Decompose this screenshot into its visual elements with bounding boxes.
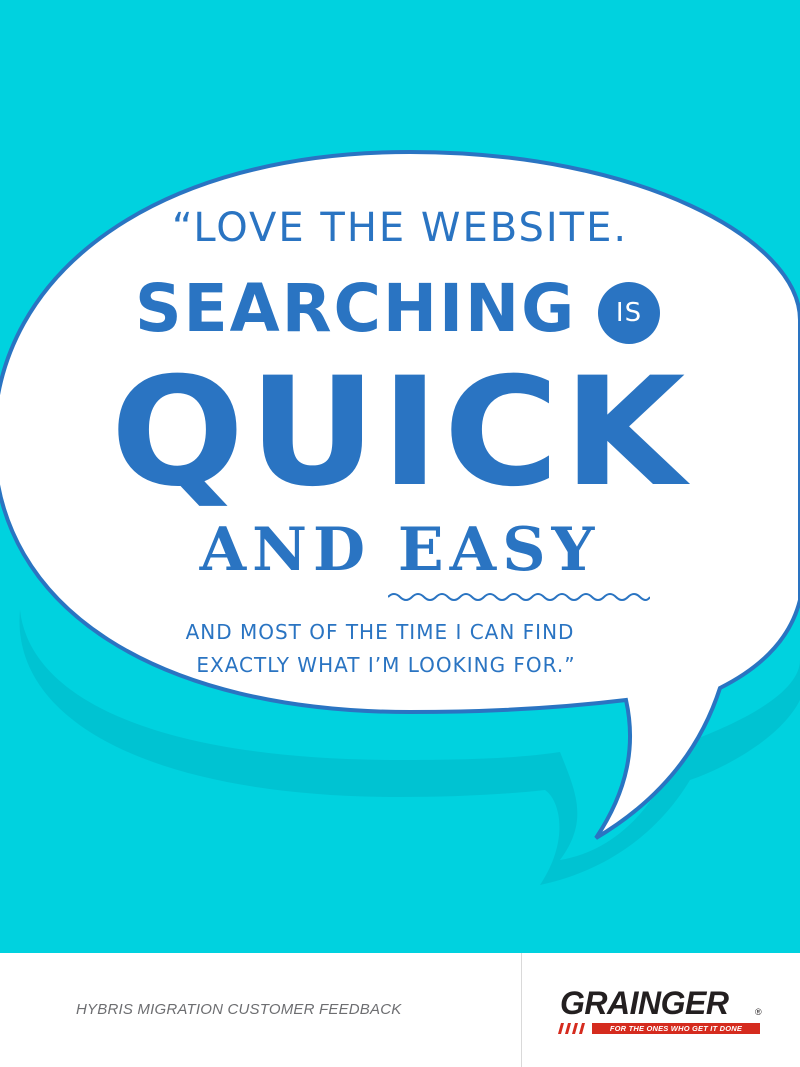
grainger-logo: GRAINGER ® FOR THE ONES WHO GET IT DONE (558, 987, 768, 1037)
quote-line-searching: SEARCHING (135, 270, 577, 347)
quote-line-and-easy: AND EASY (199, 515, 601, 585)
quote-line-quick: QUICK (110, 346, 690, 520)
wavy-underline (388, 593, 650, 601)
is-badge: IS (598, 282, 660, 344)
logo-stripes-icon (558, 1023, 585, 1034)
logo-tagline: FOR THE ONES WHO GET IT DONE (592, 1023, 760, 1034)
logo-wordmark: GRAINGER (560, 985, 729, 1021)
quote-line-love: “LOVE THE WEBSITE. (171, 205, 629, 251)
footer: HYBRIS MIGRATION CUSTOMER FEEDBACK GRAIN… (0, 953, 800, 1067)
footer-divider (521, 953, 522, 1067)
quote-line-sub-1: AND MOST OF THE TIME I CAN FIND (185, 620, 575, 644)
footer-caption: HYBRIS MIGRATION CUSTOMER FEEDBACK (76, 1001, 402, 1018)
logo-registered-mark: ® (755, 1007, 762, 1017)
quote-poster: “LOVE THE WEBSITE. SEARCHING IS QUICK AN… (0, 0, 800, 953)
quote-line-sub-2: EXACTLY WHAT I’M LOOKING FOR.” (196, 653, 576, 677)
quote-line-searching-row: SEARCHING IS (0, 276, 800, 356)
